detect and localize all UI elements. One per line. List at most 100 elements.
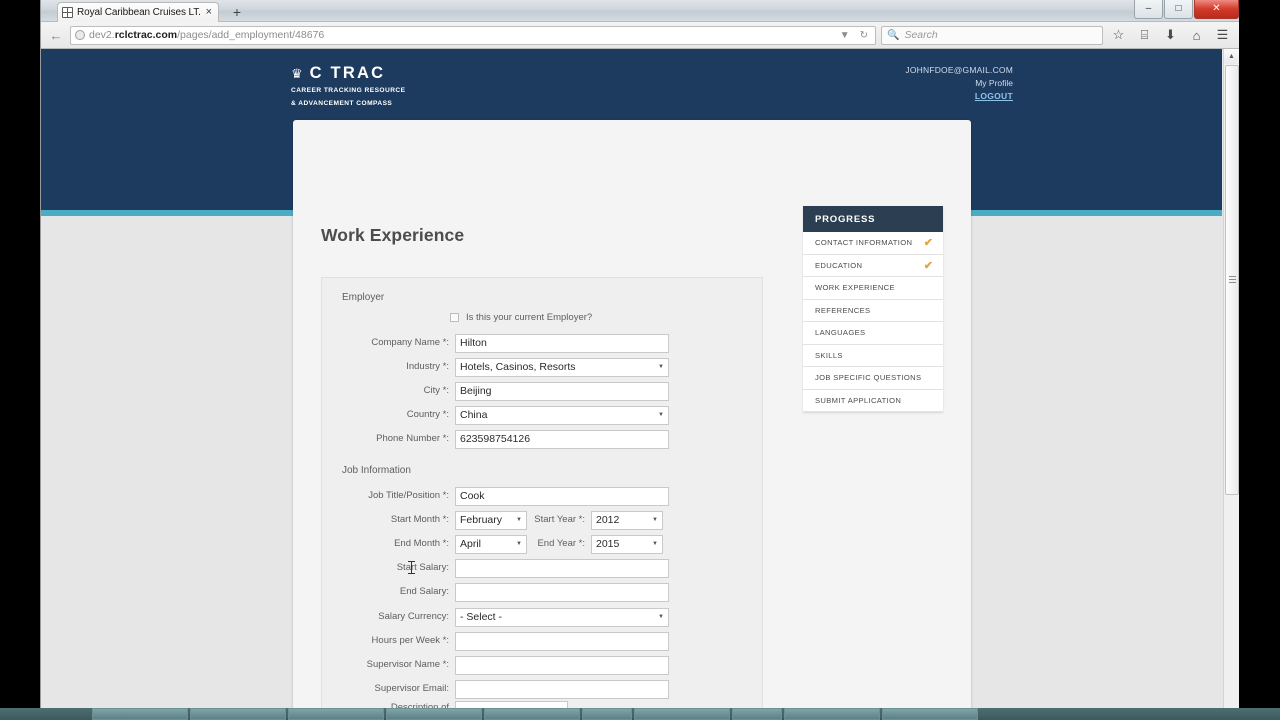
home-icon[interactable]: ⌂ — [1186, 28, 1207, 43]
select-country[interactable]: China ▼ — [455, 405, 669, 425]
sidebar-item-languages[interactable]: LANGUAGES — [803, 322, 943, 345]
url-prefix: dev2. — [89, 29, 115, 41]
progress-header: PROGRESS — [803, 206, 943, 232]
minimize-button[interactable]: – — [1134, 0, 1163, 19]
browser-tab[interactable]: Royal Caribbean Cruises LT... × — [57, 2, 219, 22]
label-supervisor-email: Supervisor Email: — [374, 683, 449, 695]
select-industry[interactable]: Hotels, Casinos, Resorts ▼ — [455, 357, 669, 377]
progress-item-label: SKILLS — [815, 350, 843, 360]
taskbar-item[interactable] — [582, 708, 632, 720]
chevron-down-icon: ▼ — [658, 614, 664, 620]
taskbar-item[interactable] — [288, 708, 384, 720]
page-title: Work Experience — [321, 225, 465, 245]
downloads-icon[interactable]: ⬇ — [1160, 27, 1181, 43]
label-salary-currency: Salary Currency: — [378, 611, 449, 623]
field-end-date: End Month *: April ▼ End Year *: 2015 ▼ — [322, 532, 764, 556]
current-employer-row: Is this your current Employer? — [322, 312, 764, 323]
field-company-name: Company Name *: Hilton — [322, 331, 764, 355]
input-end-salary[interactable] — [455, 582, 669, 602]
section-header-job-information: Job Information — [342, 465, 411, 476]
current-employer-label: Is this your current Employer? — [466, 312, 593, 323]
input-job-title[interactable]: Cook — [455, 486, 669, 506]
sidebar-item-education[interactable]: EDUCATION ✔ — [803, 254, 943, 277]
vertical-scrollbar[interactable]: ▲ — [1223, 49, 1239, 712]
chevron-down-icon: ▼ — [658, 412, 664, 418]
sidebar-item-skills[interactable]: SKILLS — [803, 344, 943, 367]
chevron-down-icon: ▼ — [652, 541, 658, 547]
sidebar-item-references[interactable]: REFERENCES — [803, 299, 943, 322]
url-domain: rclctrac.com — [114, 29, 178, 41]
scrollbar-thumb[interactable] — [1225, 65, 1239, 495]
label-industry: Industry *: — [406, 361, 449, 373]
taskbar-item[interactable] — [784, 708, 880, 720]
progress-item-label: WORK EXPERIENCE — [815, 283, 895, 293]
chevron-down-icon: ▼ — [516, 517, 522, 523]
account-email: JOHNFDOE@GMAIL.COM — [905, 65, 1013, 75]
progress-item-label: LANGUAGES — [815, 328, 866, 338]
bookmark-star-icon[interactable]: ☆ — [1108, 27, 1129, 43]
sidebar-item-work-experience[interactable]: WORK EXPERIENCE — [803, 277, 943, 300]
label-city: City *: — [423, 385, 449, 397]
taskbar-item[interactable] — [484, 708, 580, 720]
select-end-year-value: 2015 — [596, 538, 620, 550]
input-hours-per-week[interactable] — [455, 631, 669, 651]
address-bar[interactable]: dev2.rclctrac.com/pages/add_employment/4… — [70, 25, 876, 45]
input-phone-number[interactable]: 623598754126 — [455, 429, 669, 449]
site-logo[interactable]: ♛ C TRAC CAREER TRACKING RESOURCE & ADVA… — [291, 64, 405, 109]
input-company-name[interactable]: Hilton — [455, 333, 669, 353]
window-controls: – □ ✕ — [1134, 0, 1239, 21]
logo-tagline-line1: CAREER TRACKING RESOURCE — [291, 87, 406, 94]
select-end-year[interactable]: 2015 ▼ — [591, 534, 663, 554]
select-start-month-value: February — [460, 514, 503, 526]
input-supervisor-name[interactable] — [455, 655, 669, 675]
current-employer-checkbox[interactable] — [450, 313, 459, 322]
field-end-salary: End Salary: — [322, 580, 764, 604]
input-supervisor-email[interactable] — [455, 679, 669, 699]
taskbar-item[interactable] — [634, 708, 730, 720]
label-start-month: Start Month *: — [390, 514, 449, 526]
progress-item-label: CONTACT INFORMATION — [815, 238, 913, 248]
title-bar: Royal Caribbean Cruises LT... × + – □ ✕ — [41, 0, 1239, 22]
reload-icon[interactable]: ↻ — [857, 30, 871, 41]
taskbar-item[interactable] — [190, 708, 286, 720]
logout-link[interactable]: LOGOUT — [905, 91, 1013, 101]
taskbar-item[interactable] — [92, 708, 188, 720]
input-city[interactable]: Beijing — [455, 381, 669, 401]
select-start-month[interactable]: February ▼ — [455, 510, 527, 530]
select-end-month[interactable]: April ▼ — [455, 534, 527, 554]
chevron-down-icon[interactable]: ▼ — [837, 30, 853, 41]
taskbar-item[interactable] — [882, 708, 978, 720]
select-salary-currency[interactable]: - Select - ▼ — [455, 607, 669, 627]
label-country: Country *: — [406, 409, 449, 421]
sidebar-item-submit-application[interactable]: SUBMIT APPLICATION — [803, 389, 943, 412]
sidebar-item-job-specific-questions[interactable]: JOB SPECIFIC QUESTIONS — [803, 367, 943, 390]
account-block: JOHNFDOE@GMAIL.COM My Profile LOGOUT — [905, 65, 1013, 101]
input-start-salary[interactable] — [455, 558, 669, 578]
select-industry-value: Hotels, Casinos, Resorts — [460, 361, 576, 373]
label-supervisor-name: Supervisor Name *: — [366, 659, 449, 671]
maximize-button[interactable]: □ — [1164, 0, 1193, 19]
back-arrow-icon[interactable]: ← — [47, 28, 65, 43]
section-header-employer: Employer — [342, 292, 385, 303]
select-start-year[interactable]: 2012 ▼ — [591, 510, 663, 530]
page-viewport: ♛ C TRAC CAREER TRACKING RESOURCE & ADVA… — [41, 49, 1239, 712]
taskbar-item[interactable] — [386, 708, 482, 720]
progress-item-label: SUBMIT APPLICATION — [815, 395, 902, 405]
close-icon[interactable]: × — [204, 7, 214, 18]
tab-favicon-icon — [62, 7, 73, 18]
sidebar-item-contact-information[interactable]: CONTACT INFORMATION ✔ — [803, 232, 943, 255]
window-close-button[interactable]: ✕ — [1194, 0, 1239, 19]
field-job-title: Job Title/Position *: Cook — [322, 484, 764, 508]
work-experience-form: Employer Is this your current Employer? … — [321, 277, 763, 712]
progress-sidebar: PROGRESS CONTACT INFORMATION ✔ EDUCATION… — [803, 206, 943, 412]
taskbar-item[interactable] — [732, 708, 782, 720]
scroll-up-arrow-icon[interactable]: ▲ — [1224, 49, 1239, 64]
my-profile-link[interactable]: My Profile — [905, 78, 1013, 88]
reader-icon[interactable]: ⌸ — [1134, 27, 1155, 43]
new-tab-button[interactable]: + — [227, 4, 247, 21]
globe-icon — [75, 30, 85, 40]
chevron-down-icon: ▼ — [652, 517, 658, 523]
menu-icon[interactable]: ☰ — [1212, 27, 1233, 43]
field-start-date: Start Month *: February ▼ Start Year *: … — [322, 508, 764, 532]
search-bar[interactable]: 🔍 Search — [881, 25, 1103, 45]
